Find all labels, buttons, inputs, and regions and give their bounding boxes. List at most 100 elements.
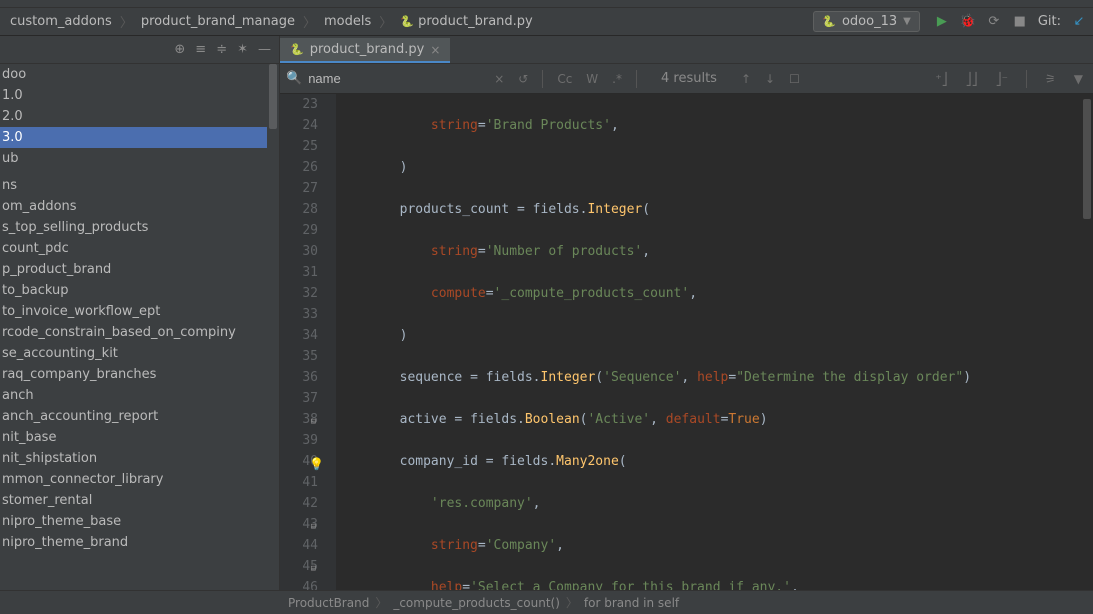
gutter-line: 43⊟ [280,514,318,535]
gutter-line: 23 [280,94,318,115]
menubar [0,0,1093,8]
git-label[interactable]: Git: [1038,14,1061,30]
tree-item[interactable]: 3.0 [0,127,279,148]
tree-item[interactable]: nit_shipstation [0,448,279,469]
tree-scroll-thumb[interactable] [269,64,277,129]
select-all-icon[interactable]: ☐ [785,70,804,88]
tree-item[interactable]: to_invoice_workflow_ept [0,301,279,322]
search-results-count: 4 results [661,71,717,86]
filter-button[interactable]: ⚞ [1041,70,1060,88]
next-match-icon[interactable]: ↓ [761,70,779,88]
tree-item[interactable]: anch_accounting_report [0,406,279,427]
tree-item[interactable]: om_addons [0,196,279,217]
tree-item[interactable]: ub [0,148,279,169]
tree-scrollbar[interactable] [267,64,279,590]
bcrumb-3[interactable]: for brand in self [584,596,679,610]
tree-item[interactable]: 1.0 [0,85,279,106]
editor-scroll-thumb[interactable] [1083,99,1091,219]
gutter-line: 29 [280,220,318,241]
run-icon[interactable]: ▶ [934,14,950,30]
tree-item[interactable]: count_pdc [0,238,279,259]
gutter-line: 26 [280,157,318,178]
navbar: custom_addons 〉 product_brand_manage 〉 m… [0,8,1093,36]
gutter-line: 33 [280,304,318,325]
expand-icon[interactable]: ≡ [195,42,206,57]
tree-item[interactable]: mmon_connector_library [0,469,279,490]
gutter-line: 25 [280,136,318,157]
add-selection-icon[interactable]: ⁺⎦ [931,70,951,88]
gutter-line: 40💡 [280,451,318,472]
tree-item[interactable]: se_accounting_kit [0,343,279,364]
tree-item[interactable]: nit_base [0,427,279,448]
crumb-4[interactable]: 🐍 product_brand.py [396,12,536,31]
tree-item[interactable]: raq_company_branches [0,364,279,385]
editor-area: 🐍 product_brand.py × 🔍 × ↺ Cc W .* 4 res… [280,36,1093,590]
gutter-line: 39 [280,430,318,451]
settings-icon[interactable]: ✶ [237,42,248,57]
run-config-selector[interactable]: 🐍 odoo_13 ▼ [813,11,920,32]
gutter-line: 46 [280,577,318,590]
stop-icon[interactable]: ■ [1012,14,1028,30]
hide-icon[interactable]: — [258,42,271,57]
gutter-line: 38⊟ [280,409,318,430]
history-icon[interactable]: ↺ [514,70,532,88]
gutter-line: 31 [280,262,318,283]
tree-item[interactable]: stomer_rental [0,490,279,511]
remove-selection-icon[interactable]: ⎦⁻ [992,70,1012,88]
select-occurrences-icon[interactable]: ⎦⎦ [962,70,982,88]
tree-item[interactable]: p_product_brand [0,259,279,280]
bcrumb-1[interactable]: ProductBrand [288,596,369,610]
tree-item[interactable]: ns [0,175,279,196]
git-update-icon[interactable]: ↙ [1071,14,1087,30]
crumb-2[interactable]: product_brand_manage [137,12,299,31]
bcrumb-2[interactable]: _compute_products_count() [393,596,560,610]
collapse-icon[interactable]: ≑ [216,42,227,57]
crumb-sep: 〉 [303,12,316,31]
clear-search-icon[interactable]: × [490,70,508,88]
structure-breadcrumb: ProductBrand 〉 _compute_products_count()… [0,590,1093,614]
debug-icon[interactable]: 🐞 [960,14,976,30]
code-editor[interactable]: 23 24 25 26 27 28 29 30 31 32 33 34 35 3… [280,94,1093,590]
tree-item[interactable]: doo [0,64,279,85]
code-body[interactable]: string='Brand Products', ) products_coun… [336,94,1093,590]
prev-match-icon[interactable]: ↑ [737,70,755,88]
search-input[interactable] [308,71,484,86]
close-icon[interactable]: × [430,43,440,57]
crumb-3[interactable]: models [320,12,375,31]
tree-item[interactable]: nipro_theme_base [0,511,279,532]
tree-item[interactable]: rcode_constrain_based_on_compiny [0,322,279,343]
funnel-icon[interactable]: ▼ [1070,70,1087,88]
crumb-sep: 〉 [120,12,133,31]
editor-tab[interactable]: 🐍 product_brand.py × [280,38,450,63]
gutter-line: 37 [280,388,318,409]
gutter-line: 36 [280,367,318,388]
python-icon: 🐍 [290,43,304,56]
main-layout: ⊕ ≡ ≑ ✶ — doo1.02.03.0ub nsom_addonss_top… [0,36,1093,590]
locate-icon[interactable]: ⊕ [174,42,185,57]
gutter-line: 42 [280,493,318,514]
gutter-line: 41 [280,472,318,493]
coverage-icon[interactable]: ⟳ [986,14,1002,30]
file-tree[interactable]: doo1.02.03.0ub nsom_addonss_top_selling_p… [0,64,279,590]
crumb-1[interactable]: custom_addons [6,12,116,31]
tree-item[interactable]: 2.0 [0,106,279,127]
bcrumb-sep: 〉 [566,594,578,611]
tree-item[interactable]: s_top_selling_products [0,217,279,238]
match-case-button[interactable]: Cc [553,70,576,88]
nav-actions: ▶ 🐞 ⟳ ■ Git: ↙ [934,14,1087,30]
gutter-line: 35 [280,346,318,367]
editor-tabs: 🐍 product_brand.py × [280,36,1093,64]
editor-scrollbar[interactable] [1081,94,1093,590]
regex-button[interactable]: .* [608,70,626,88]
words-button[interactable]: W [582,70,602,88]
gutter-line: 32 [280,283,318,304]
tree-item[interactable]: nipro_theme_brand [0,532,279,553]
bcrumb-sep: 〉 [375,594,387,611]
tree-item[interactable]: anch [0,385,279,406]
gutter[interactable]: 23 24 25 26 27 28 29 30 31 32 33 34 35 3… [280,94,336,590]
gutter-line: 24 [280,115,318,136]
gutter-line: 44 [280,535,318,556]
python-icon: 🐍 [822,15,836,28]
crumb-sep: 〉 [379,12,392,31]
tree-item[interactable]: to_backup [0,280,279,301]
